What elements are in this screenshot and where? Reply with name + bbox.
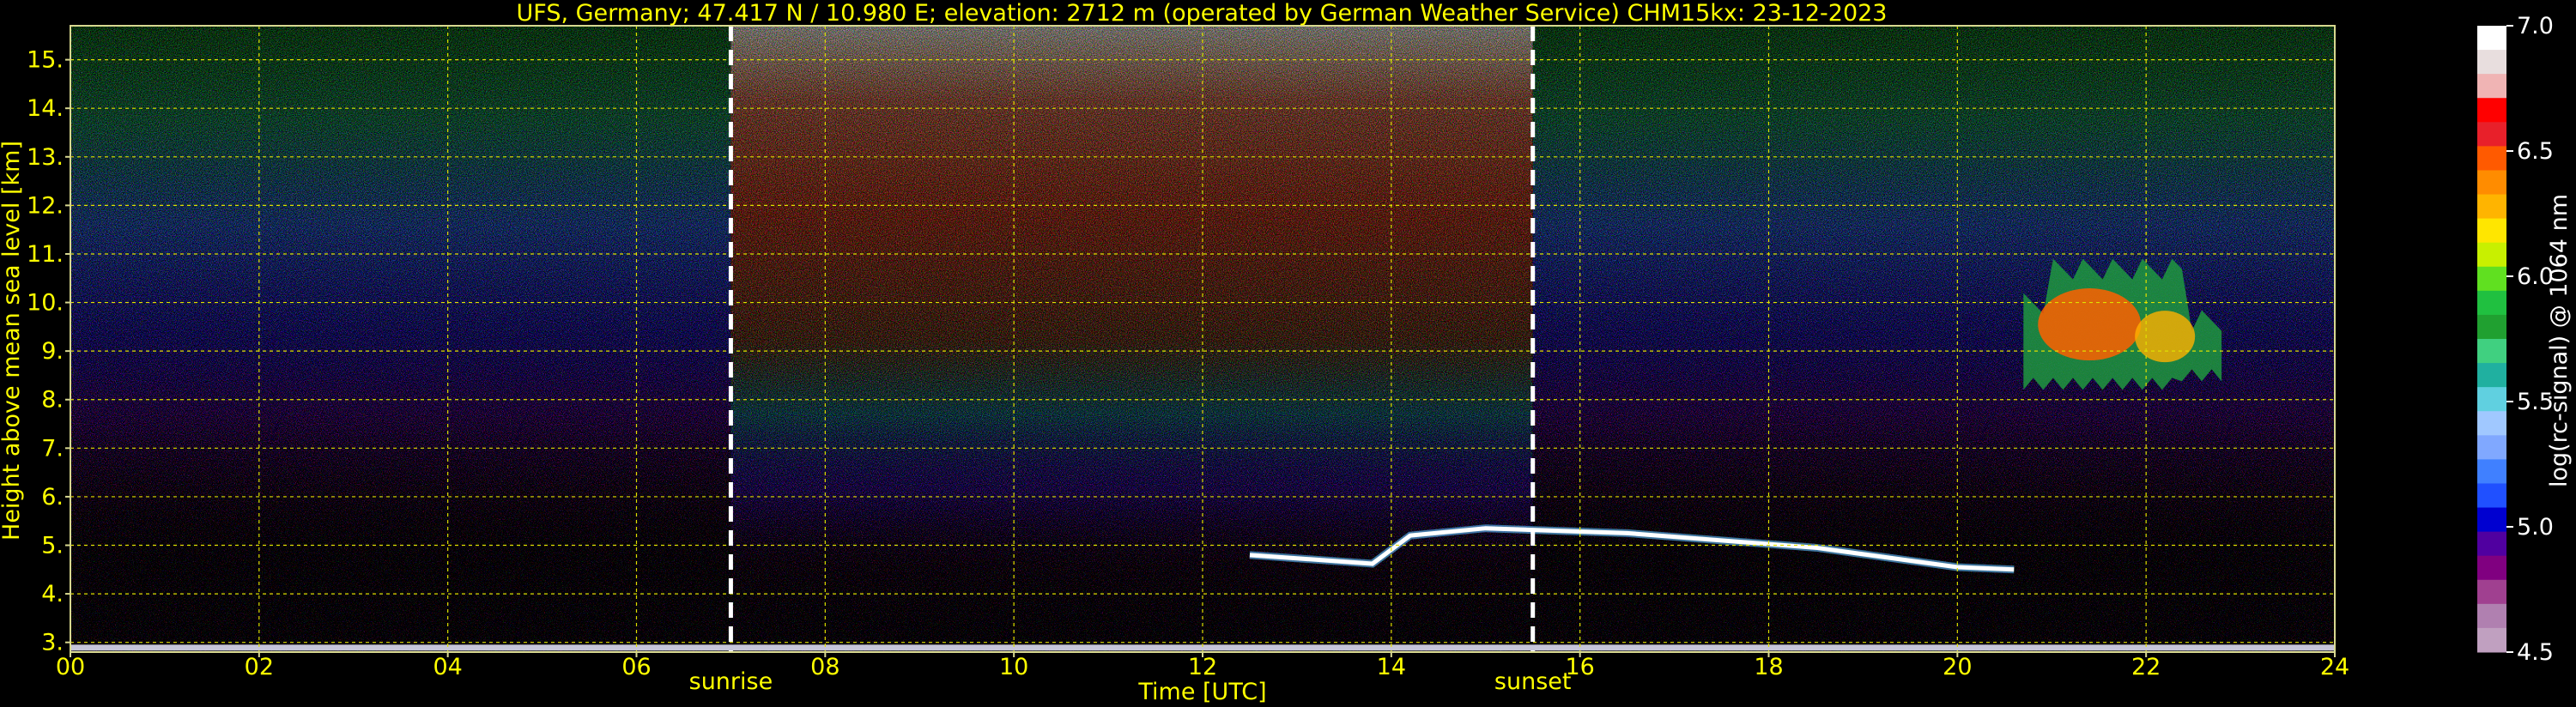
colorbar-swatch [2477,266,2506,292]
colorbar-swatch [2477,122,2506,147]
x-tick-label: 00 [56,654,85,680]
y-tick-label: 13. [27,144,64,171]
x-tick-label: 20 [1943,654,1972,680]
x-tick-label: 06 [621,654,651,680]
x-tick-label: 18 [1754,654,1783,680]
y-tick-label: 15. [27,47,64,74]
x-tick-label: 04 [433,654,462,680]
sunset-label: sunset [1494,668,1572,695]
colorbar-swatch [2477,290,2506,316]
colorbar-swatch [2477,603,2506,629]
y-tick-label: 12. [27,192,64,219]
colorbar-swatch [2477,387,2506,412]
colorbar-swatch [2477,531,2506,557]
y-tick-label: 9. [41,338,64,365]
y-axis-label: Height above mean sea level [km] [0,141,25,541]
colorbar-swatch [2477,555,2506,581]
colorbar-tick-label: 7.0 [2517,13,2554,39]
colorbar-swatch [2477,411,2506,436]
y-tick-label: 7. [41,435,64,462]
sunrise-label: sunrise [689,668,773,695]
chart-title: UFS, Germany; 47.417 N / 10.980 E; eleva… [517,0,1888,27]
y-tick-label: 10. [27,290,64,317]
x-tick-label: 14 [1377,654,1406,680]
y-tick-label: 4. [41,581,64,607]
colorbar-swatch [2477,50,2506,75]
colorbar-swatch [2477,170,2506,196]
y-tick-label: 5. [41,533,64,559]
y-tick-label: 14. [27,95,64,122]
colorbar-label: log(rc-signal) @ 1064 nm [2546,194,2573,487]
colorbar-swatch [2477,194,2506,220]
colorbar-swatch [2477,146,2506,171]
lidar-chart: sunrise sunset 00 02 04 06 08 10 12 14 16 18 20 22 24… [0,0,2576,707]
colorbar-swatch [2477,435,2506,460]
x-tick-label: 22 [2131,654,2161,680]
x-tick-label: 10 [999,654,1028,680]
colorbar-swatch [2477,579,2506,605]
x-tick-label: 16 [1565,654,1594,680]
y-tick-label: 6. [41,484,64,511]
colorbar-tick-label: 4.5 [2517,639,2554,666]
x-tick-label: 24 [2320,654,2349,680]
x-tick-label: 02 [245,654,274,680]
colorbar-tick-label: 6.5 [2517,138,2554,165]
y-tick-label: 8. [41,387,64,414]
colorbar-tick-label: 5.0 [2517,514,2554,541]
y-tick-label: 11. [27,241,64,268]
colorbar-swatch [2477,507,2506,533]
colorbar-swatch [2477,242,2506,268]
colorbar-swatch [2477,74,2506,99]
y-tick-label: 3. [41,630,64,656]
colorbar-swatch [2477,363,2506,388]
colorbar-swatch [2477,459,2506,484]
colorbar-swatch [2477,339,2506,364]
colorbar-swatch [2477,26,2506,51]
cirrus-core [2038,288,2142,361]
colorbar-swatch [2477,483,2506,509]
x-tick-label: 08 [810,654,839,680]
cirrus-core [2135,311,2196,363]
colorbar-swatch [2477,98,2506,123]
colorbar-swatch [2477,218,2506,244]
colorbar-swatch [2477,627,2506,653]
x-axis-label: Time [UTC] [1137,679,1266,705]
x-tick-label: 12 [1188,654,1217,680]
colorbar-swatch [2477,314,2506,340]
